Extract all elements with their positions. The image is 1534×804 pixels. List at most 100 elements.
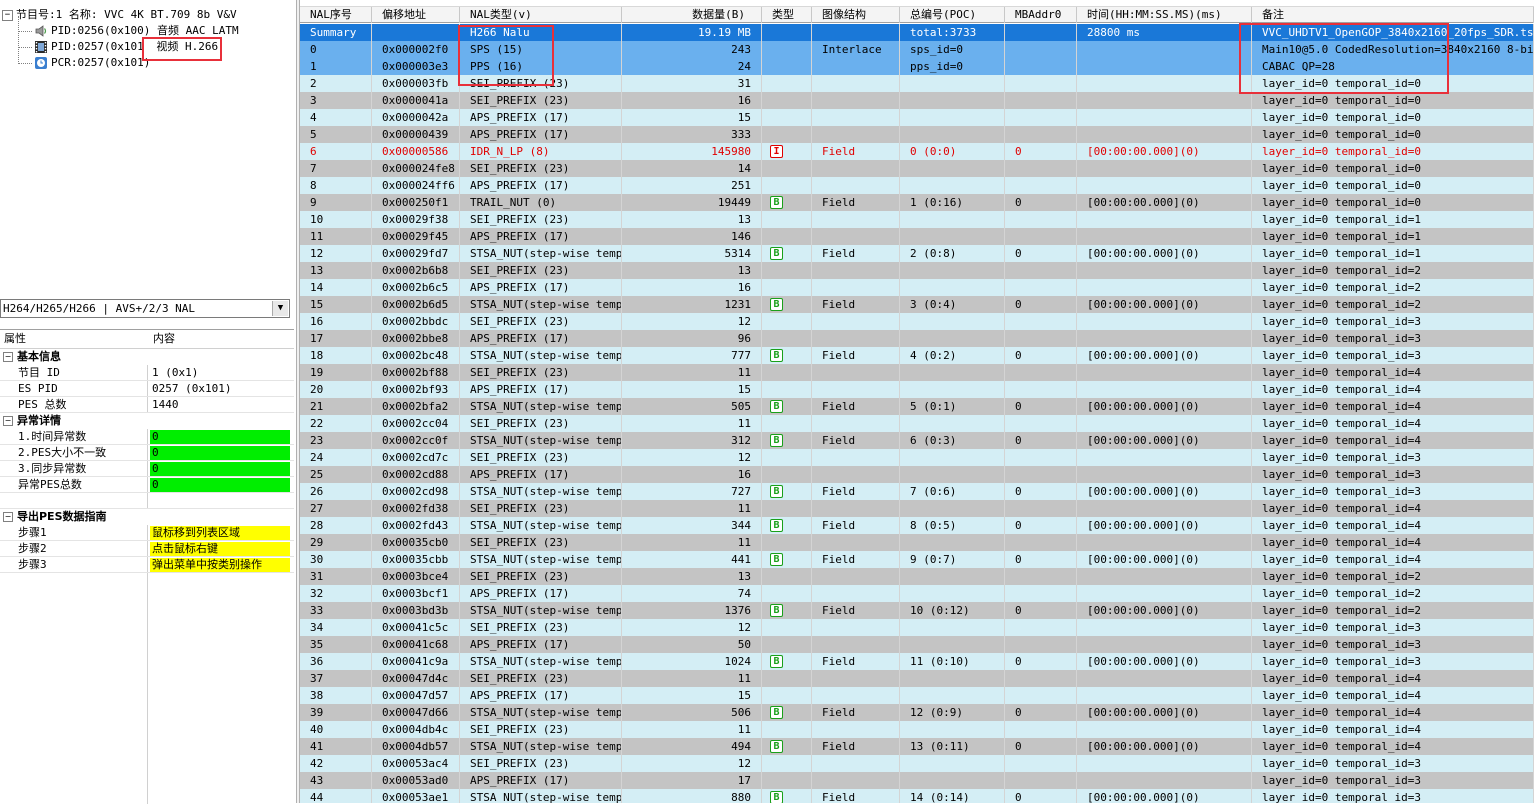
tree-node-program[interactable]: − 节目号:1 名称: VVC 4K BT.709 8b V&V [2,7,237,23]
table-row[interactable]: 17 0x0002bbe8 APS_PREFIX (17) 96 layer_id=0 … [300,330,1534,347]
cell-col-remarks: Main10@5.0 CodedResolution=3840x2160 8-b… [1252,41,1534,58]
cell-col-picture-structure: Field [812,738,900,755]
category-exception-details[interactable]: − 异常详情 [0,413,294,429]
cell-col-offset: 0x0002b6b8 [372,262,460,279]
cell-col-mbaddr [1005,415,1077,432]
table-row[interactable]: 11 0x00029f45 APS_PREFIX (17) 146 layer_id=0… [300,228,1534,245]
table-row[interactable]: 330x0003bd3bSTSA_NUT(step-wise temporal … [300,602,1534,619]
property-value: 0 [150,446,290,460]
table-row[interactable]: 24 0x0002cd7c SEI_PREFIX (23) 12 layer_id=0 … [300,449,1534,466]
category-export-guide[interactable]: − 导出PES数据指南 [0,509,294,525]
table-row[interactable]: 25 0x0002cd88 APS_PREFIX (17) 16 layer_id=0 … [300,466,1534,483]
table-row[interactable]: 8 0x000024ff6 APS_PREFIX (17) 251 layer_id=0… [300,177,1534,194]
cell-col-poc: 11 (0:10) [900,653,1005,670]
table-row[interactable]: 13 0x0002b6b8 SEI_PREFIX (23) 13 layer_id=0 … [300,262,1534,279]
cell-col-frame-type: B [762,432,812,449]
tree-node-video-pid[interactable]: PID:0257(0x101 视频 H.266 [34,39,218,55]
category-basic-info[interactable]: − 基本信息 [0,349,294,365]
tree-node-audio-pid[interactable]: PID:0256(0x100) 音频 AAC LATM [34,23,239,39]
table-row[interactable]: 35 0x00041c68 APS_PREFIX (17) 50 layer_id=0 … [300,636,1534,653]
cell-col-poc [900,721,1005,738]
table-row[interactable]: 440x00053ae1STSA_NUT(step-wise temporal … [300,789,1534,803]
collapse-icon[interactable]: − [2,9,13,21]
table-row[interactable]: 43 0x00053ad0 APS_PREFIX (17) 17 layer_id=0 … [300,772,1534,789]
cell-col-nal-index: 36 [300,653,372,670]
table-row[interactable]: 10 0x00029f38 SEI_PREFIX (23) 13 layer_id=0 … [300,211,1534,228]
cell-col-nal-index: 6 [300,143,372,160]
cell-col-size: 312 [622,432,762,449]
table-row[interactable]: 390x00047d66STSA_NUT(step-wise temporal … [300,704,1534,721]
cell-col-nal-index: 24 [300,449,372,466]
table-row[interactable]: 16 0x0002bbdc SEI_PREFIX (23) 12 layer_id=0 … [300,313,1534,330]
cell-col-picture-structure [812,160,900,177]
table-row[interactable]: 19 0x0002bf88 SEI_PREFIX (23) 11 layer_id=0 … [300,364,1534,381]
cell-col-mbaddr [1005,313,1077,330]
table-row[interactable]: 27 0x0002fd38 SEI_PREFIX (23) 11 layer_id=0 … [300,500,1534,517]
table-row[interactable]: 22 0x0002cc04 SEI_PREFIX (23) 11 layer_id=0 … [300,415,1534,432]
table-row[interactable]: 180x0002bc48STSA_NUT(step-wise temporal … [300,347,1534,364]
table-row[interactable]: 5 0x00000439 APS_PREFIX (17) 333 layer_id=0 … [300,126,1534,143]
cell-col-remarks: CABAC QP=28 [1252,58,1534,75]
parser-type-select[interactable]: H264/H265/H266 | AVS+/2/3 NAL ▼ [0,299,290,318]
table-row[interactable]: 9 0x000250f1 TRAIL_NUT (0) 19449 B Field 1 (0:… [300,194,1534,211]
header-col-picture-structure[interactable]: 图像结构 [812,7,900,23]
table-row[interactable]: 410x0004db57STSA_NUT(step-wise temporal … [300,738,1534,755]
cell-col-mbaddr: 0 [1005,738,1077,755]
table-row[interactable]: 7 0x000024fe8 SEI_PREFIX (23) 14 layer_id=0 … [300,160,1534,177]
nal-list-grid[interactable]: NAL序号 偏移地址 NAL类型(v) 数据量(B) 类型 图像结构 总编号(POC) MBA… [300,0,1534,803]
table-row[interactable]: 31 0x0003bce4 SEI_PREFIX (23) 13 layer_id=0 … [300,568,1534,585]
cell-col-poc [900,534,1005,551]
table-row[interactable]: 20 0x0002bf93 APS_PREFIX (17) 15 layer_id=0 … [300,381,1534,398]
table-row[interactable]: 34 0x00041c5c SEI_PREFIX (23) 12 layer_id=0 … [300,619,1534,636]
cell-col-offset: 0x00029f45 [372,228,460,245]
header-col-poc[interactable]: 总编号(POC) [900,7,1005,23]
collapse-icon[interactable]: − [3,512,13,522]
header-col-remarks[interactable]: 备注 [1252,7,1534,23]
table-row[interactable]: 120x00029fd7STSA_NUT(step-wise temporal … [300,245,1534,262]
cell-col-nal-index: 8 [300,177,372,194]
table-row[interactable]: 3 0x0000041a SEI_PREFIX (23) 16 layer_id=0 t… [300,92,1534,109]
cell-col-offset: 0x0002b6d5 [372,296,460,313]
table-row[interactable]: 6 0x00000586 IDR_N_LP (8) 145980 I Field 0 (0:… [300,143,1534,160]
table-row[interactable]: 14 0x0002b6c5 APS_PREFIX (17) 16 layer_id=0 … [300,279,1534,296]
table-row[interactable]: 1 0x000003e3 PPS (16) 24 pps_id=0 CABAC QP=28 [300,58,1534,75]
table-row[interactable]: 40 0x0004db4c SEI_PREFIX (23) 11 layer_id=0 … [300,721,1534,738]
table-row[interactable]: 32 0x0003bcf1 APS_PREFIX (17) 74 layer_id=0 … [300,585,1534,602]
header-col-mbaddr[interactable]: MBAddr0 [1005,7,1077,23]
header-col-frame-type[interactable]: 类型 [762,7,812,23]
b-frame-badge-icon: B [770,400,783,413]
program-tree[interactable]: − 节目号:1 名称: VVC 4K BT.709 8b V&V PID:0256… [0,0,297,296]
header-col-time[interactable]: 时间(HH:MM:SS.MS)(ms) [1077,7,1252,23]
table-row[interactable]: 2 0x000003fb SEI_PREFIX (23) 31 layer_id=0 t… [300,75,1534,92]
table-row[interactable]: 38 0x00047d57 APS_PREFIX (17) 15 layer_id=0 … [300,687,1534,704]
table-row[interactable]: 37 0x00047d4c SEI_PREFIX (23) 11 layer_id=0 … [300,670,1534,687]
collapse-icon[interactable]: − [3,416,13,426]
header-col-nal-type[interactable]: NAL类型(v) [460,7,622,23]
cell-col-poc [900,755,1005,772]
chevron-down-icon[interactable]: ▼ [272,301,288,316]
cell-col-picture-structure [812,449,900,466]
summary-row[interactable]: Summary H266 Nalu 19.19 MB total:3733 28800 … [300,24,1534,41]
cell-col-nal-index: 16 [300,313,372,330]
header-col-nal-index[interactable]: NAL序号 [300,7,372,23]
table-row[interactable]: 0 0x000002f0 SPS (15) 243 Interlace sps_id=0 M… [300,41,1534,58]
table-row[interactable]: 230x0002cc0fSTSA_NUT(step-wise temporal … [300,432,1534,449]
cell-col-poc [900,364,1005,381]
table-row[interactable]: 4 0x0000042a APS_PREFIX (17) 15 layer_id=0 t… [300,109,1534,126]
table-row[interactable]: 360x00041c9aSTSA_NUT(step-wise temporal … [300,653,1534,670]
table-row[interactable]: 150x0002b6d5STSA_NUT(step-wise temporal … [300,296,1534,313]
cell-col-offset: 0x0002cd98 [372,483,460,500]
table-row[interactable]: 300x00035cbbSTSA_NUT(step-wise temporal … [300,551,1534,568]
collapse-icon[interactable]: − [3,352,13,362]
table-row[interactable]: 42 0x00053ac4 SEI_PREFIX (23) 12 layer_id=0 … [300,755,1534,772]
header-col-offset[interactable]: 偏移地址 [372,7,460,23]
table-row[interactable]: 280x0002fd43STSA_NUT(step-wise temporal … [300,517,1534,534]
table-row[interactable]: 210x0002bfa2STSA_NUT(step-wise temporal … [300,398,1534,415]
table-row[interactable]: 29 0x00035cb0 SEI_PREFIX (23) 11 layer_id=0 … [300,534,1534,551]
cell-col-picture-structure [812,755,900,772]
tree-node-pcr[interactable]: PCR:0257(0x101) [34,55,150,71]
table-row[interactable]: 260x0002cd98STSA_NUT(step-wise temporal … [300,483,1534,500]
header-col-size[interactable]: 数据量(B) [622,7,762,23]
cell-col-size: 13 [622,211,762,228]
cell-col-picture-structure [812,75,900,92]
